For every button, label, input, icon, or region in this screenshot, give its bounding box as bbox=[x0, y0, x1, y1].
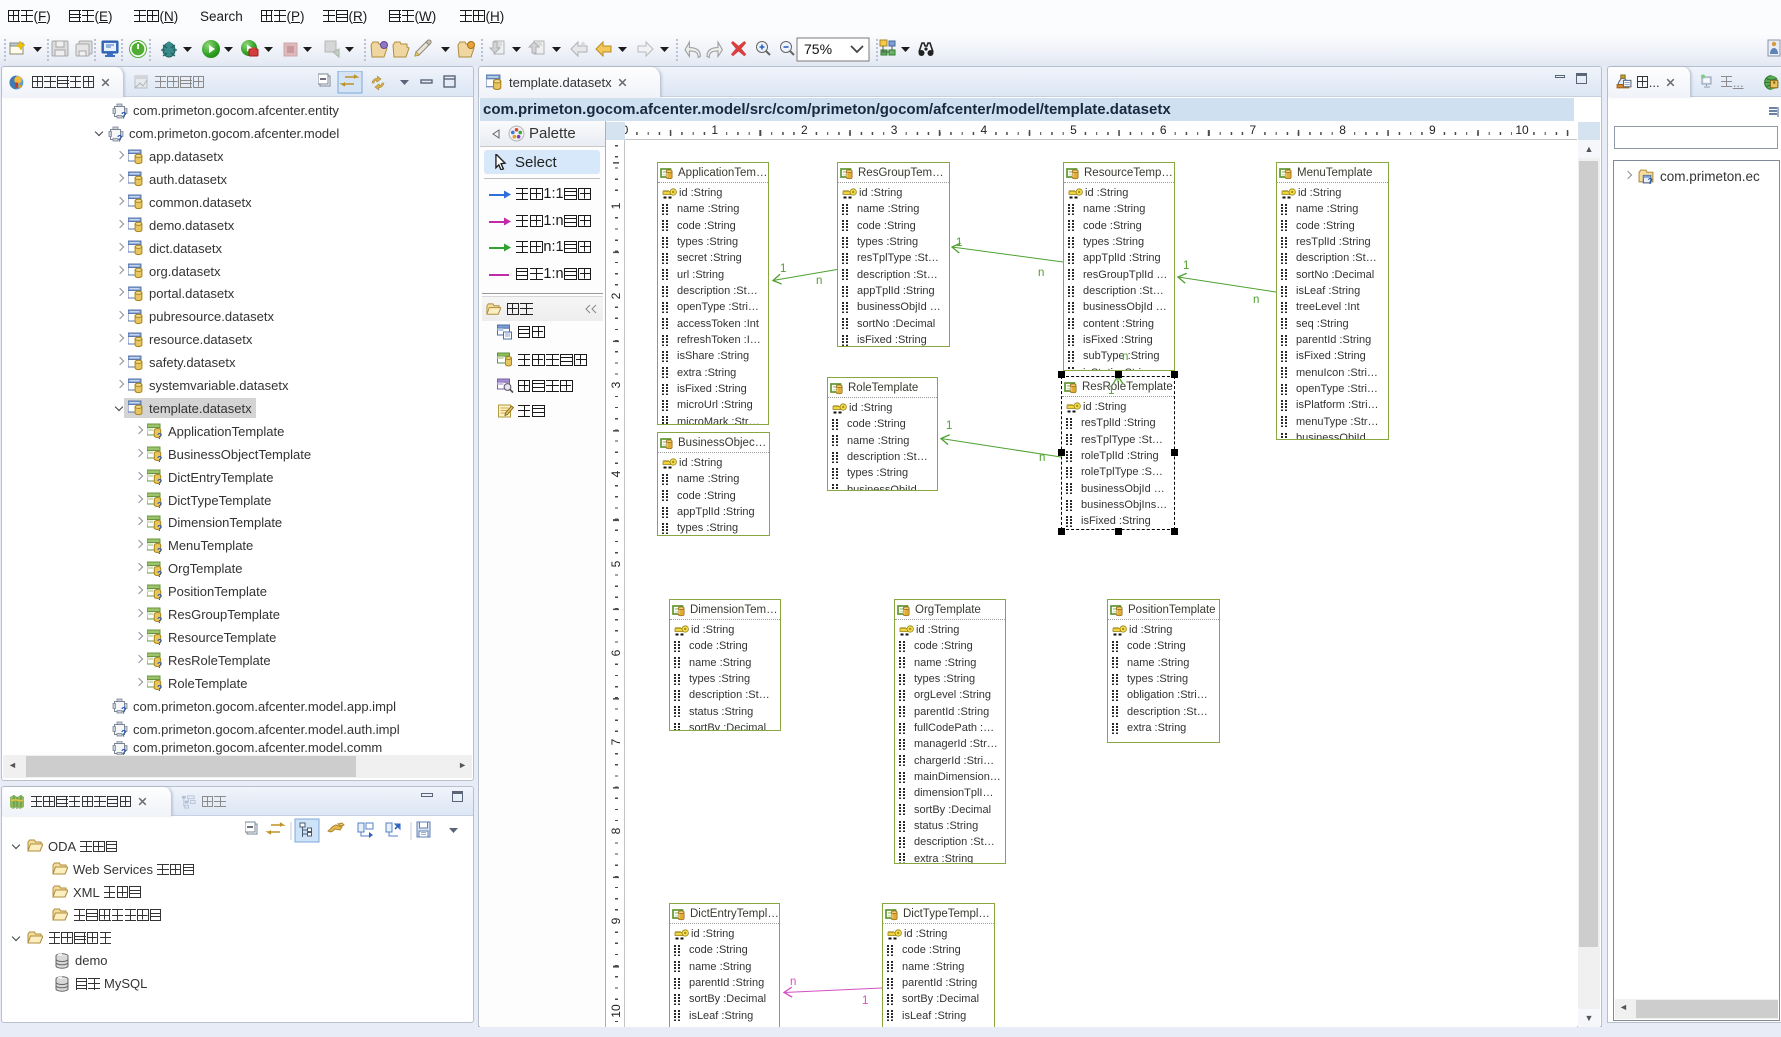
svg-text:?: ? bbox=[1648, 175, 1653, 184]
svg-text:n: n bbox=[1038, 267, 1044, 279]
svg-text:n: n bbox=[1039, 452, 1045, 464]
svg-text:75%: 75% bbox=[804, 41, 832, 57]
svg-text:n: n bbox=[816, 275, 822, 287]
svg-text:n: n bbox=[1122, 351, 1128, 363]
svg-text:1: 1 bbox=[862, 995, 868, 1007]
svg-text:n: n bbox=[790, 976, 796, 988]
svg-text:1: 1 bbox=[1183, 260, 1189, 272]
svg-text:1: 1 bbox=[946, 420, 952, 432]
svg-text:1: 1 bbox=[780, 263, 786, 275]
svg-text:n: n bbox=[1253, 294, 1259, 306]
svg-text:1: 1 bbox=[956, 237, 962, 249]
svg-text:1: 1 bbox=[1108, 385, 1114, 397]
